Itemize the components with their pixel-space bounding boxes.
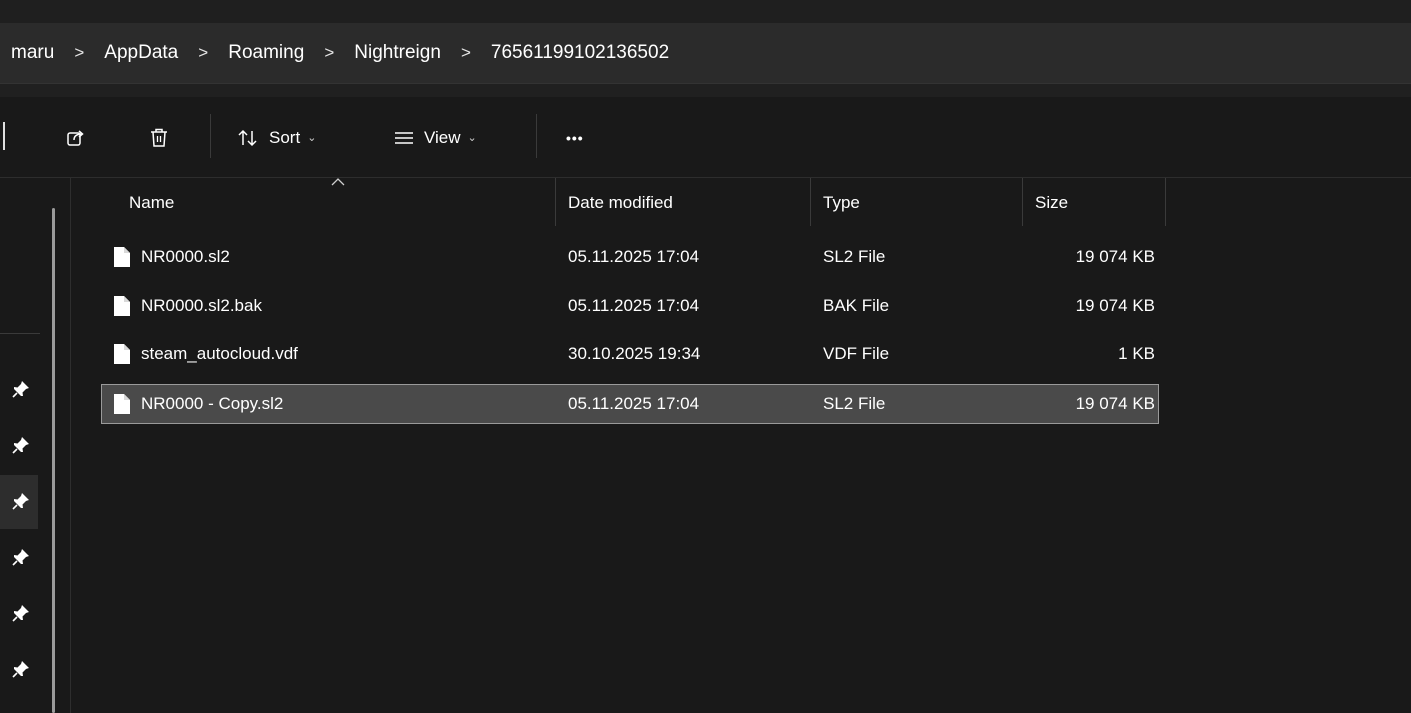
breadcrumb[interactable]: maru > AppData > Roaming > Nightreign > …	[0, 23, 1411, 84]
file-type: SL2 File	[823, 247, 886, 266]
breadcrumb-separator[interactable]: >	[180, 43, 226, 63]
breadcrumb-item-user[interactable]: maru	[9, 42, 56, 64]
column-header-date[interactable]: Date modified	[568, 193, 673, 213]
file-icon	[114, 344, 130, 364]
delete-button[interactable]	[149, 123, 169, 153]
breadcrumb-separator[interactable]: >	[306, 43, 352, 63]
file-size: 19 074 KB	[1075, 247, 1155, 266]
file-name: NR0000.sl2.bak	[141, 296, 262, 315]
file-icon	[114, 394, 130, 414]
share-icon	[67, 130, 84, 146]
column-divider[interactable]	[1165, 178, 1166, 226]
pin-icon[interactable]	[10, 658, 32, 680]
file-row[interactable]: steam_autocloud.vdf 30.10.2025 19:34 VDF…	[101, 334, 1159, 374]
more-icon: •••	[566, 130, 584, 146]
pin-icon[interactable]	[10, 602, 32, 624]
nav-divider	[0, 333, 40, 334]
title-strip	[0, 0, 1411, 23]
view-icon	[395, 132, 413, 144]
chevron-down-icon: ⌄	[307, 132, 317, 144]
file-name: steam_autocloud.vdf	[141, 344, 298, 363]
file-name: NR0000 - Copy.sl2	[141, 394, 284, 413]
file-size: 19 074 KB	[1075, 394, 1155, 413]
file-icon	[114, 247, 130, 267]
file-type: VDF File	[823, 344, 890, 363]
trash-icon	[151, 128, 167, 147]
share-button[interactable]	[66, 123, 86, 153]
file-date: 05.11.2025 17:04	[568, 394, 700, 413]
column-divider[interactable]	[1022, 178, 1023, 226]
breadcrumb-item-nightreign[interactable]: Nightreign	[352, 42, 443, 64]
file-name: NR0000.sl2	[141, 247, 230, 266]
clipped-toolbar-edge	[3, 122, 5, 150]
column-divider[interactable]	[810, 178, 811, 226]
breadcrumb-item-roaming[interactable]: Roaming	[226, 42, 306, 64]
view-button[interactable]: View ⌄	[394, 123, 477, 153]
more-options-button[interactable]: •••	[566, 123, 584, 153]
sort-label: Sort	[269, 128, 301, 147]
view-label: View	[424, 128, 461, 147]
command-bar: Sort ⌄ View ⌄ •••	[0, 97, 1411, 178]
file-type: BAK File	[823, 296, 890, 315]
column-header-type[interactable]: Type	[823, 193, 860, 213]
file-date: 05.11.2025 17:04	[568, 247, 700, 266]
toolbar-gap	[0, 84, 1411, 97]
chevron-down-icon: ⌄	[467, 132, 477, 144]
pin-icon[interactable]	[10, 490, 32, 512]
toolbar-divider	[536, 114, 537, 158]
sort-ascending-icon	[331, 178, 345, 186]
pin-icon[interactable]	[10, 378, 32, 400]
file-explorer-window: maru > AppData > Roaming > Nightreign > …	[0, 0, 1411, 713]
sort-icon	[238, 129, 257, 147]
file-row-selected[interactable]: NR0000 - Copy.sl2 05.11.2025 17:04 SL2 F…	[101, 384, 1159, 424]
file-row[interactable]: NR0000.sl2 05.11.2025 17:04 SL2 File 19 …	[101, 237, 1159, 277]
breadcrumb-item-appdata[interactable]: AppData	[102, 42, 180, 64]
file-date: 05.11.2025 17:04	[568, 296, 700, 315]
breadcrumb-item-steam-id[interactable]: 76561199102136502	[489, 42, 671, 64]
column-divider[interactable]	[555, 178, 556, 226]
file-size: 19 074 KB	[1075, 296, 1155, 315]
file-row[interactable]: NR0000.sl2.bak 05.11.2025 17:04 BAK File…	[101, 286, 1159, 326]
breadcrumb-separator[interactable]: >	[443, 43, 489, 63]
column-header-name[interactable]: Name	[129, 193, 174, 213]
nav-scrollbar[interactable]	[52, 208, 55, 713]
column-header-size[interactable]: Size	[1035, 193, 1068, 213]
nav-pane-border	[70, 178, 71, 713]
sort-button[interactable]: Sort ⌄	[237, 123, 316, 153]
file-size: 1 KB	[1118, 344, 1155, 363]
pin-icon[interactable]	[10, 434, 32, 456]
breadcrumb-separator[interactable]: >	[56, 43, 102, 63]
file-type: SL2 File	[823, 394, 886, 413]
toolbar-divider	[210, 114, 211, 158]
file-date: 30.10.2025 19:34	[568, 344, 701, 363]
column-header-row: Name Date modified Type Size	[71, 178, 1411, 228]
file-icon	[114, 296, 130, 316]
pin-icon[interactable]	[10, 546, 32, 568]
